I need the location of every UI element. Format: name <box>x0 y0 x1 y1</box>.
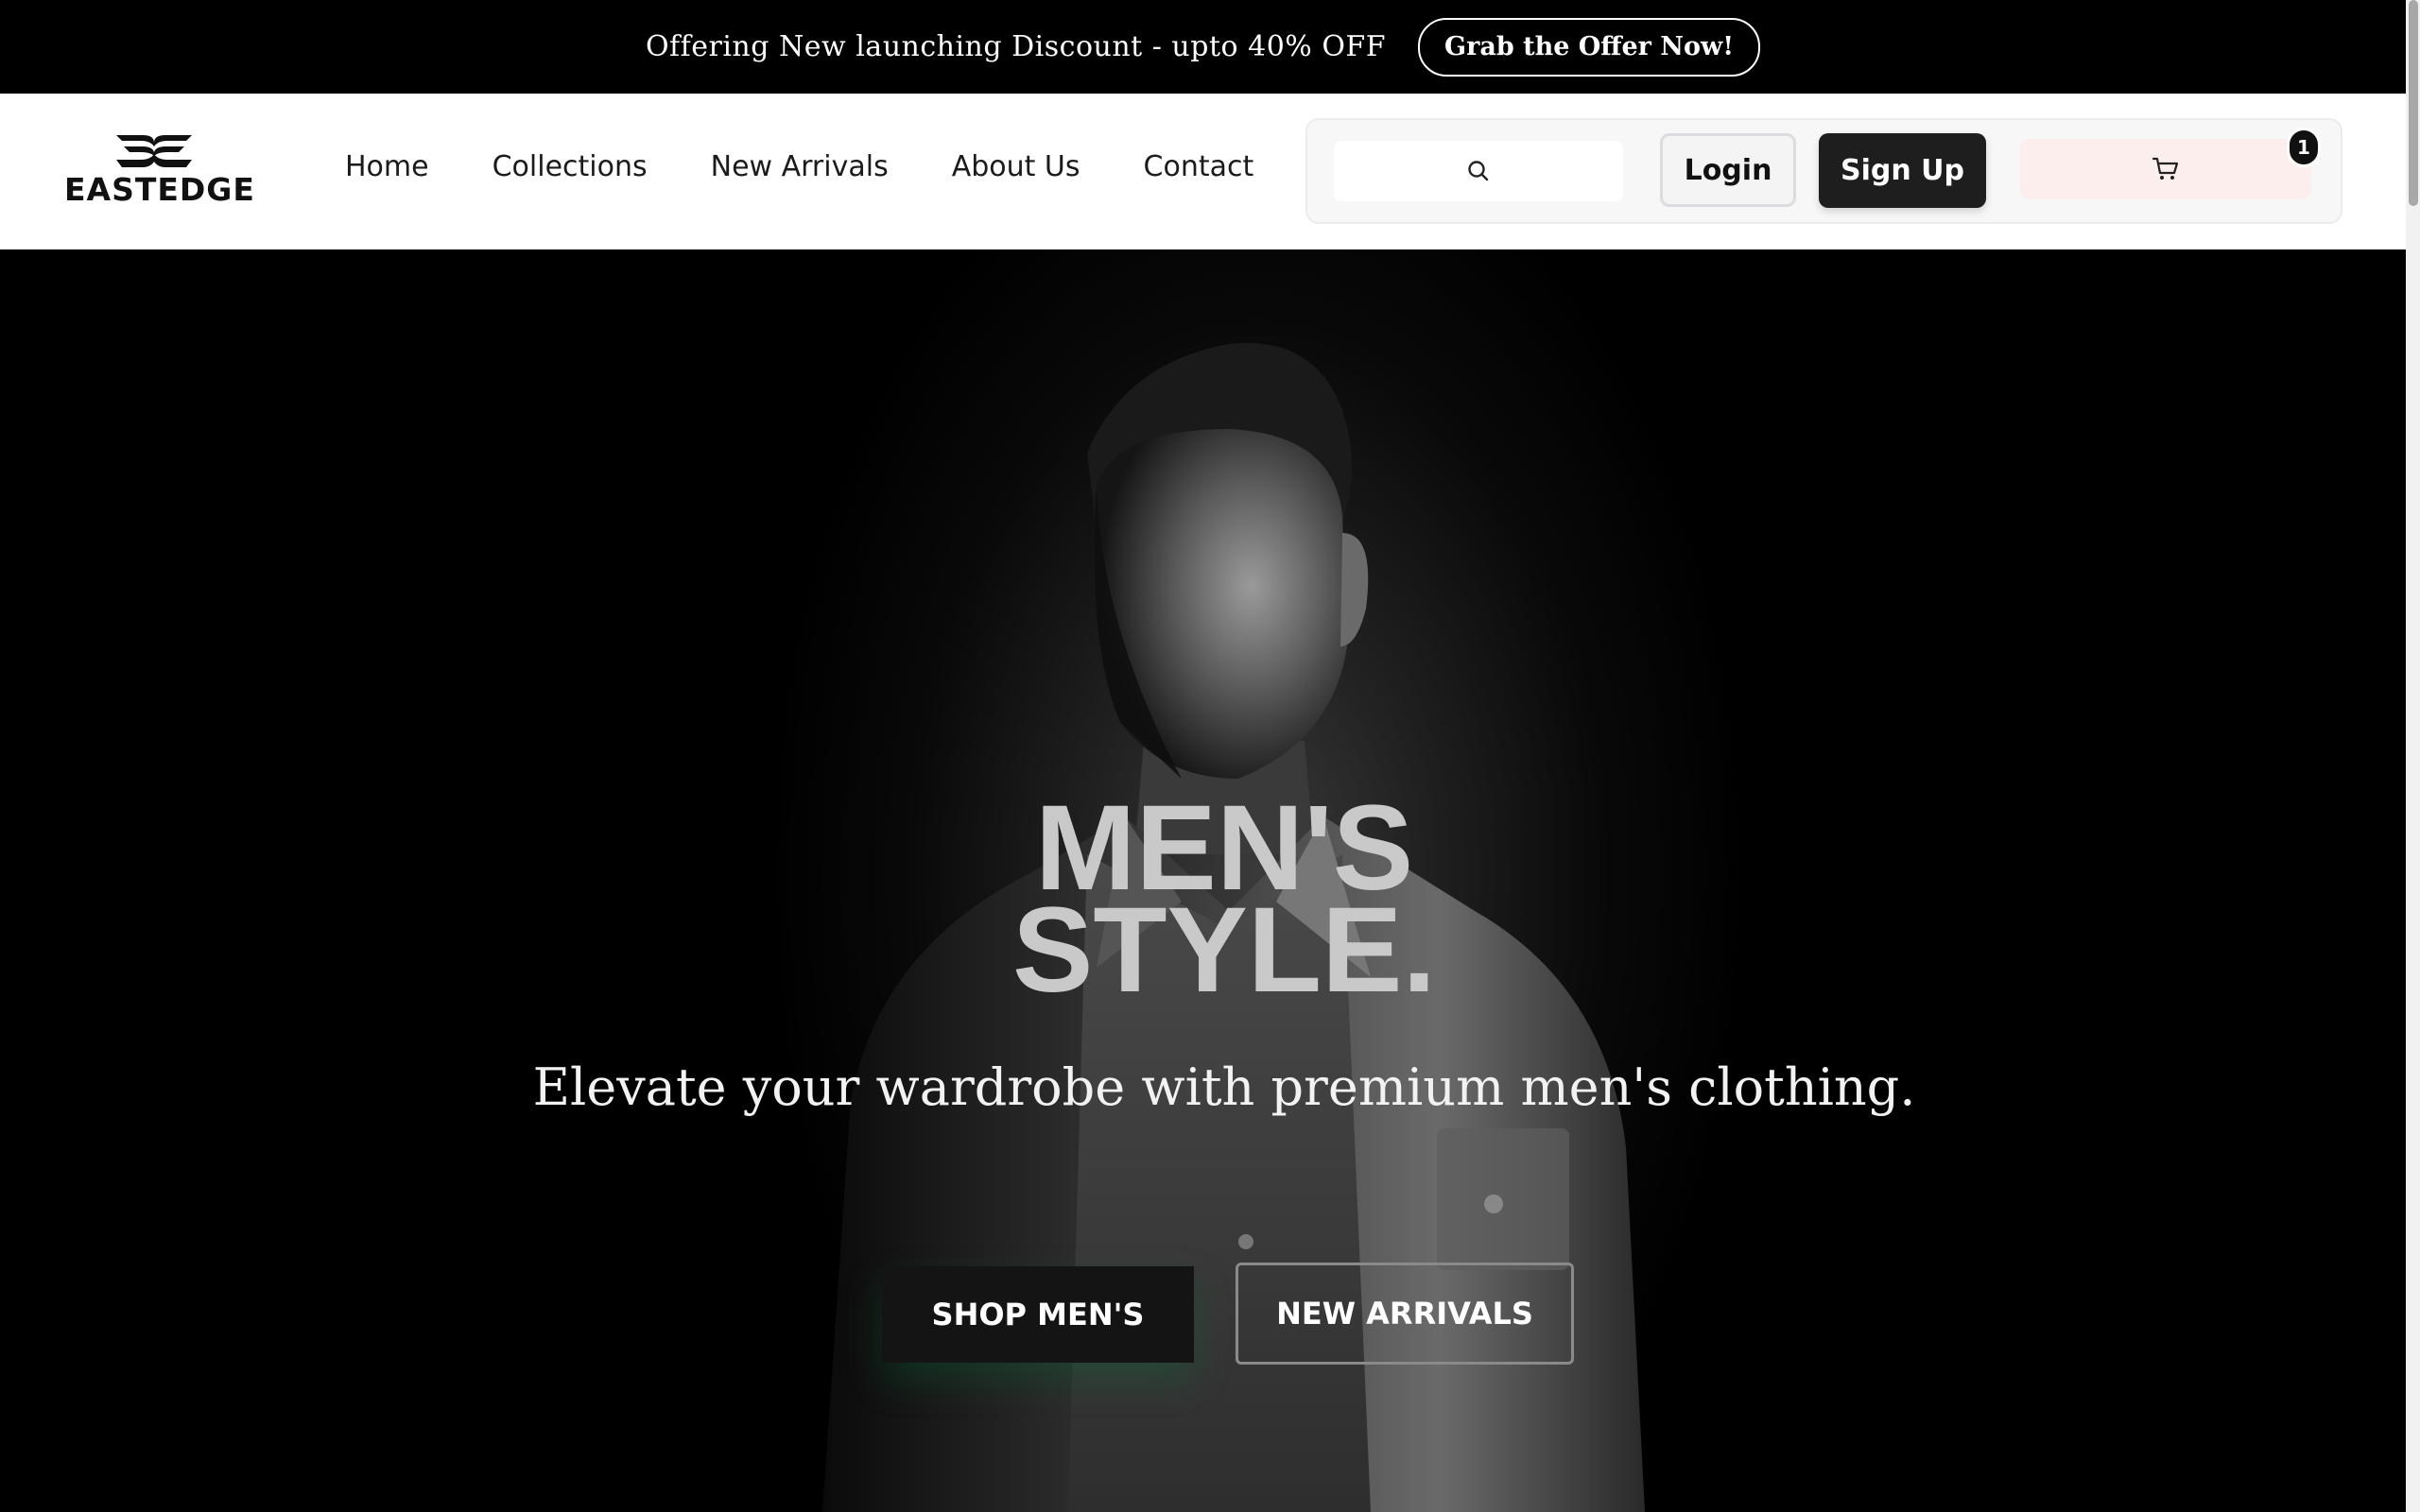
grab-offer-button[interactable]: Grab the Offer Now! <box>1418 17 1761 77</box>
main-nav: Home Collections New Arrivals About Us C… <box>345 150 1253 183</box>
search-button[interactable] <box>1334 141 1623 201</box>
brand-logo[interactable]: EASTEDGE <box>64 133 255 209</box>
cart-button[interactable] <box>2020 139 2311 199</box>
hero-title: MEN'S STYLE. <box>0 788 2406 1018</box>
brand-name: EASTEDGE <box>64 171 255 208</box>
page-scrollbar[interactable] <box>2406 0 2420 1512</box>
hero-title-line2: STYLE. <box>1011 883 1437 1018</box>
nav-home[interactable]: Home <box>345 150 429 183</box>
nav-contact[interactable]: Contact <box>1144 150 1254 183</box>
signup-button[interactable]: Sign Up <box>1819 133 1986 208</box>
nav-about-us[interactable]: About Us <box>952 150 1080 183</box>
promo-bar: Offering New launching Discount - upto 4… <box>0 0 2406 94</box>
cart-count-badge: 1 <box>2287 128 2321 167</box>
nav-new-arrivals[interactable]: New Arrivals <box>711 150 889 183</box>
hero-subtitle: Elevate your wardrobe with premium men's… <box>532 1057 1916 1117</box>
scrollbar-thumb[interactable] <box>2409 0 2418 206</box>
hero-section: MEN'S STYLE. Elevate your wardrobe with … <box>0 249 2406 1512</box>
logo-icon <box>116 135 192 167</box>
shop-mens-button[interactable]: SHOP MEN'S <box>882 1266 1194 1363</box>
header-actions: Login Sign Up 1 <box>1305 118 2342 224</box>
login-button[interactable]: Login <box>1660 133 1796 207</box>
site-header: EASTEDGE Home Collections New Arrivals A… <box>0 94 2406 250</box>
cart-icon <box>2152 157 2179 180</box>
nav-collections[interactable]: Collections <box>493 150 648 183</box>
search-icon <box>1468 161 1489 181</box>
new-arrivals-button[interactable]: NEW ARRIVALS <box>1236 1263 1574 1365</box>
promo-text: Offering New launching Discount - upto 4… <box>645 30 1387 63</box>
